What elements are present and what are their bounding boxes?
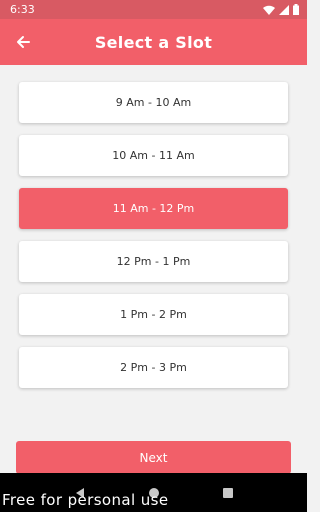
- next-button[interactable]: Next: [16, 441, 291, 474]
- slot-option[interactable]: 2 Pm - 3 Pm: [19, 347, 288, 388]
- back-arrow-icon: [17, 36, 30, 48]
- slot-label: 11 Am - 12 Pm: [112, 202, 195, 215]
- status-icons: [263, 4, 299, 15]
- status-time: 6:33: [10, 3, 35, 16]
- slot-label: 12 Pm - 1 Pm: [116, 255, 191, 268]
- slot-option[interactable]: 12 Pm - 1 Pm: [19, 241, 288, 282]
- slot-label: 9 Am - 10 Am: [115, 96, 192, 109]
- slot-label: 1 Pm - 2 Pm: [120, 308, 187, 321]
- slot-option[interactable]: 1 Pm - 2 Pm: [19, 294, 288, 335]
- status-bar: 6:33: [0, 0, 307, 19]
- slot-option[interactable]: 9 Am - 10 Am: [19, 82, 288, 123]
- slot-option[interactable]: 10 Am - 11 Am: [19, 135, 288, 176]
- signal-icon: [279, 4, 289, 15]
- nav-recents-icon[interactable]: [222, 487, 234, 499]
- slot-option[interactable]: 11 Am - 12 Pm: [19, 188, 288, 229]
- slot-list: 9 Am - 10 Am 10 Am - 11 Am 11 Am - 12 Pm…: [19, 82, 288, 400]
- watermark: Free for personal use: [2, 491, 169, 509]
- battery-icon: [293, 4, 299, 15]
- back-button[interactable]: [0, 19, 46, 65]
- app-bar: Select a Slot: [0, 19, 307, 65]
- slot-label: 10 Am - 11 Am: [112, 149, 195, 162]
- page-title: Select a Slot: [94, 32, 213, 52]
- wifi-icon: [263, 5, 275, 15]
- slot-label: 2 Pm - 3 Pm: [120, 361, 187, 374]
